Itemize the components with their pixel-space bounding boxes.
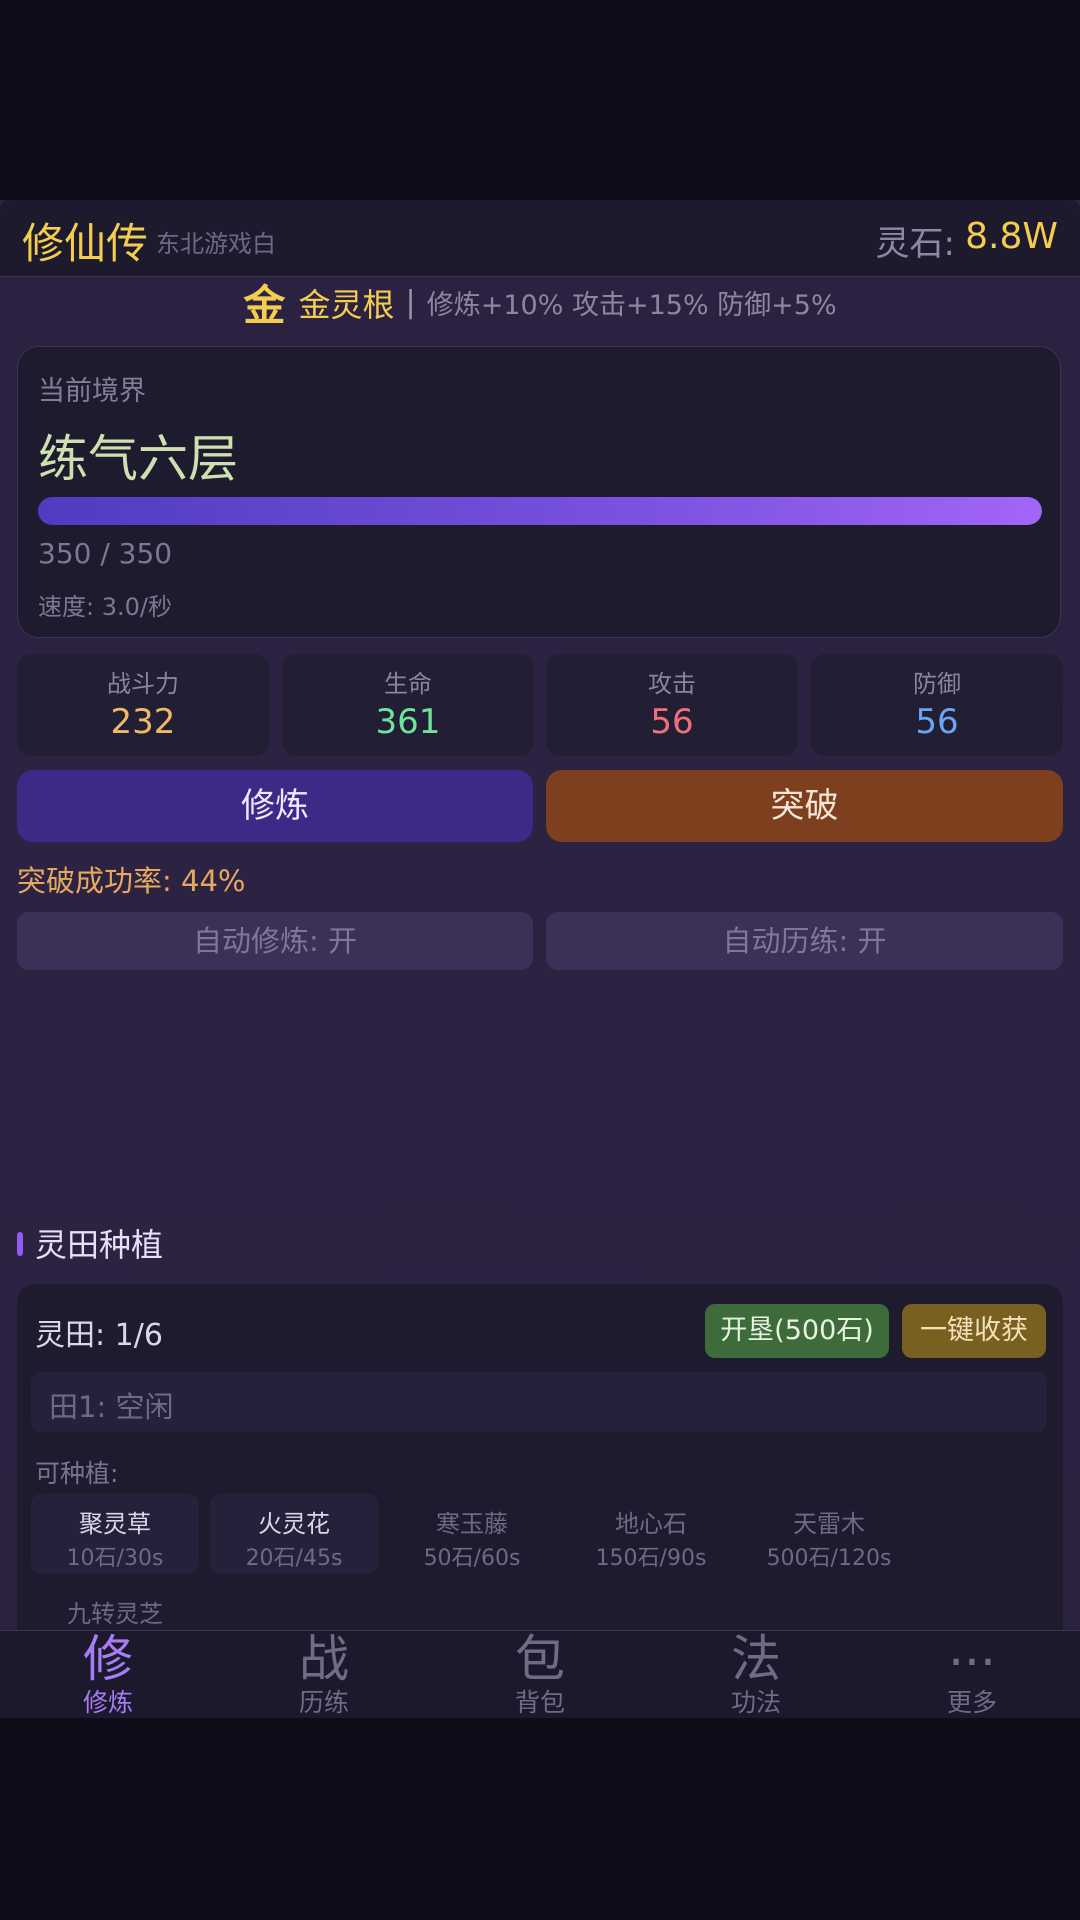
header-bar: 修仙传 东北游戏白 灵石: 8.8W <box>0 200 1080 277</box>
seed-item[interactable]: 天雷木 500石/120s <box>745 1494 913 1574</box>
spirit-stone-value: 8.8W <box>965 216 1058 257</box>
divider: | <box>405 285 416 320</box>
seed-item[interactable]: 火灵花 20石/45s <box>210 1494 378 1574</box>
seed-name: 天雷木 <box>793 1510 865 1538</box>
stat-value: 232 <box>110 702 176 742</box>
seed-item[interactable]: 聚灵草 10石/30s <box>31 1494 199 1574</box>
seed-cost: 500石/120s <box>766 1546 892 1571</box>
gold-element-icon: 金 <box>243 281 286 330</box>
realm-label: 当前境界 <box>38 376 146 407</box>
nav-label: 历练 <box>298 1688 349 1717</box>
nav-label: 背包 <box>514 1688 565 1717</box>
stat-label: 防御 <box>913 670 961 698</box>
stat-attack: 攻击 56 <box>546 654 798 756</box>
reclaim-field-button[interactable]: 开垦(500石) <box>705 1304 889 1358</box>
seed-cost: 10石/30s <box>66 1546 164 1571</box>
stat-defense: 防御 56 <box>811 654 1063 756</box>
stat-combat-power: 战斗力 232 <box>17 654 269 756</box>
nav-bag[interactable]: 包 背包 <box>432 1630 648 1718</box>
seed-item[interactable]: 寒玉藤 50石/60s <box>388 1494 556 1574</box>
app-subtitle: 东北游戏白 <box>156 230 276 258</box>
stat-value: 56 <box>915 702 959 742</box>
cultivate-icon: 修 <box>83 1630 133 1688</box>
spirit-root-name: 金灵根 <box>298 285 395 324</box>
seed-name: 寒玉藤 <box>436 1510 508 1538</box>
seed-cost: 50石/60s <box>423 1546 521 1571</box>
nav-label: 功法 <box>730 1688 781 1717</box>
auto-train-toggle[interactable]: 自动历练: 开 <box>546 912 1063 970</box>
realm-name: 练气六层 <box>38 430 238 488</box>
nav-label: 修炼 <box>82 1688 133 1717</box>
nav-cultivate[interactable]: 修 修炼 <box>0 1630 216 1718</box>
field-count: 灵田: 1/6 <box>35 1318 163 1353</box>
app-title: 修仙传 <box>22 219 149 268</box>
stat-health: 生命 361 <box>282 654 534 756</box>
nav-train[interactable]: 战 历练 <box>216 1630 432 1718</box>
cultivation-progress-bar <box>38 497 1042 525</box>
seed-cost: 20石/45s <box>245 1546 343 1571</box>
breakthrough-success-rate: 突破成功率: 44% <box>17 864 246 898</box>
auto-cultivate-toggle[interactable]: 自动修炼: 开 <box>17 912 533 970</box>
section-title-text: 灵田种植 <box>35 1226 164 1264</box>
nav-label: 更多 <box>946 1688 997 1717</box>
stat-label: 生命 <box>384 670 432 698</box>
breakthrough-button[interactable]: 突破 <box>546 770 1063 842</box>
stats-row: 战斗力 232 生命 361 攻击 56 防御 56 <box>17 654 1063 756</box>
nav-skills[interactable]: 法 功法 <box>648 1630 864 1718</box>
seed-name: 聚灵草 <box>79 1510 151 1538</box>
skills-icon: 法 <box>731 1630 781 1688</box>
game-app: 修仙传 东北游戏白 灵石: 8.8W 金 金灵根 | 修炼+10% 攻击+15%… <box>0 200 1080 1718</box>
stat-value: 361 <box>375 702 441 742</box>
spirit-stone-label: 灵石: <box>875 224 955 264</box>
spirit-root-bonus: 修炼+10% 攻击+15% 防御+5% <box>426 290 837 321</box>
bag-icon: 包 <box>515 1630 565 1688</box>
battle-icon: 战 <box>299 1630 349 1688</box>
cultivate-button[interactable]: 修炼 <box>17 770 533 842</box>
field-plot-1[interactable]: 田1: 空闲 <box>31 1372 1047 1432</box>
stat-value: 56 <box>650 702 694 742</box>
spirit-root-row: 金 金灵根 | 修炼+10% 攻击+15% 防御+5% <box>0 272 1080 330</box>
stat-label: 战斗力 <box>107 670 179 698</box>
harvest-all-button[interactable]: 一键收获 <box>902 1304 1046 1358</box>
nav-more[interactable]: ... 更多 <box>864 1619 1080 1718</box>
cultivation-speed: 速度: 3.0/秒 <box>38 593 172 621</box>
bottom-nav: 修 修炼 战 历练 包 背包 法 功法 ... 更多 <box>0 1619 1080 1718</box>
plantable-label: 可种植: <box>35 1459 119 1488</box>
seed-name: 地心石 <box>615 1510 687 1538</box>
realm-card: 当前境界 练气六层 350 / 350 速度: 3.0/秒 <box>17 346 1061 638</box>
seed-item[interactable]: 地心石 150石/90s <box>567 1494 735 1574</box>
seed-cost: 150石/90s <box>595 1546 707 1571</box>
field-plot-status: 田1: 空闲 <box>49 1390 174 1424</box>
more-icon: ... <box>948 1619 996 1677</box>
cultivation-progress-fill <box>38 497 1042 525</box>
stat-label: 攻击 <box>648 670 696 698</box>
cultivation-progress-text: 350 / 350 <box>38 537 173 570</box>
seed-name: 火灵花 <box>258 1510 330 1538</box>
section-accent-bar <box>17 1232 23 1256</box>
